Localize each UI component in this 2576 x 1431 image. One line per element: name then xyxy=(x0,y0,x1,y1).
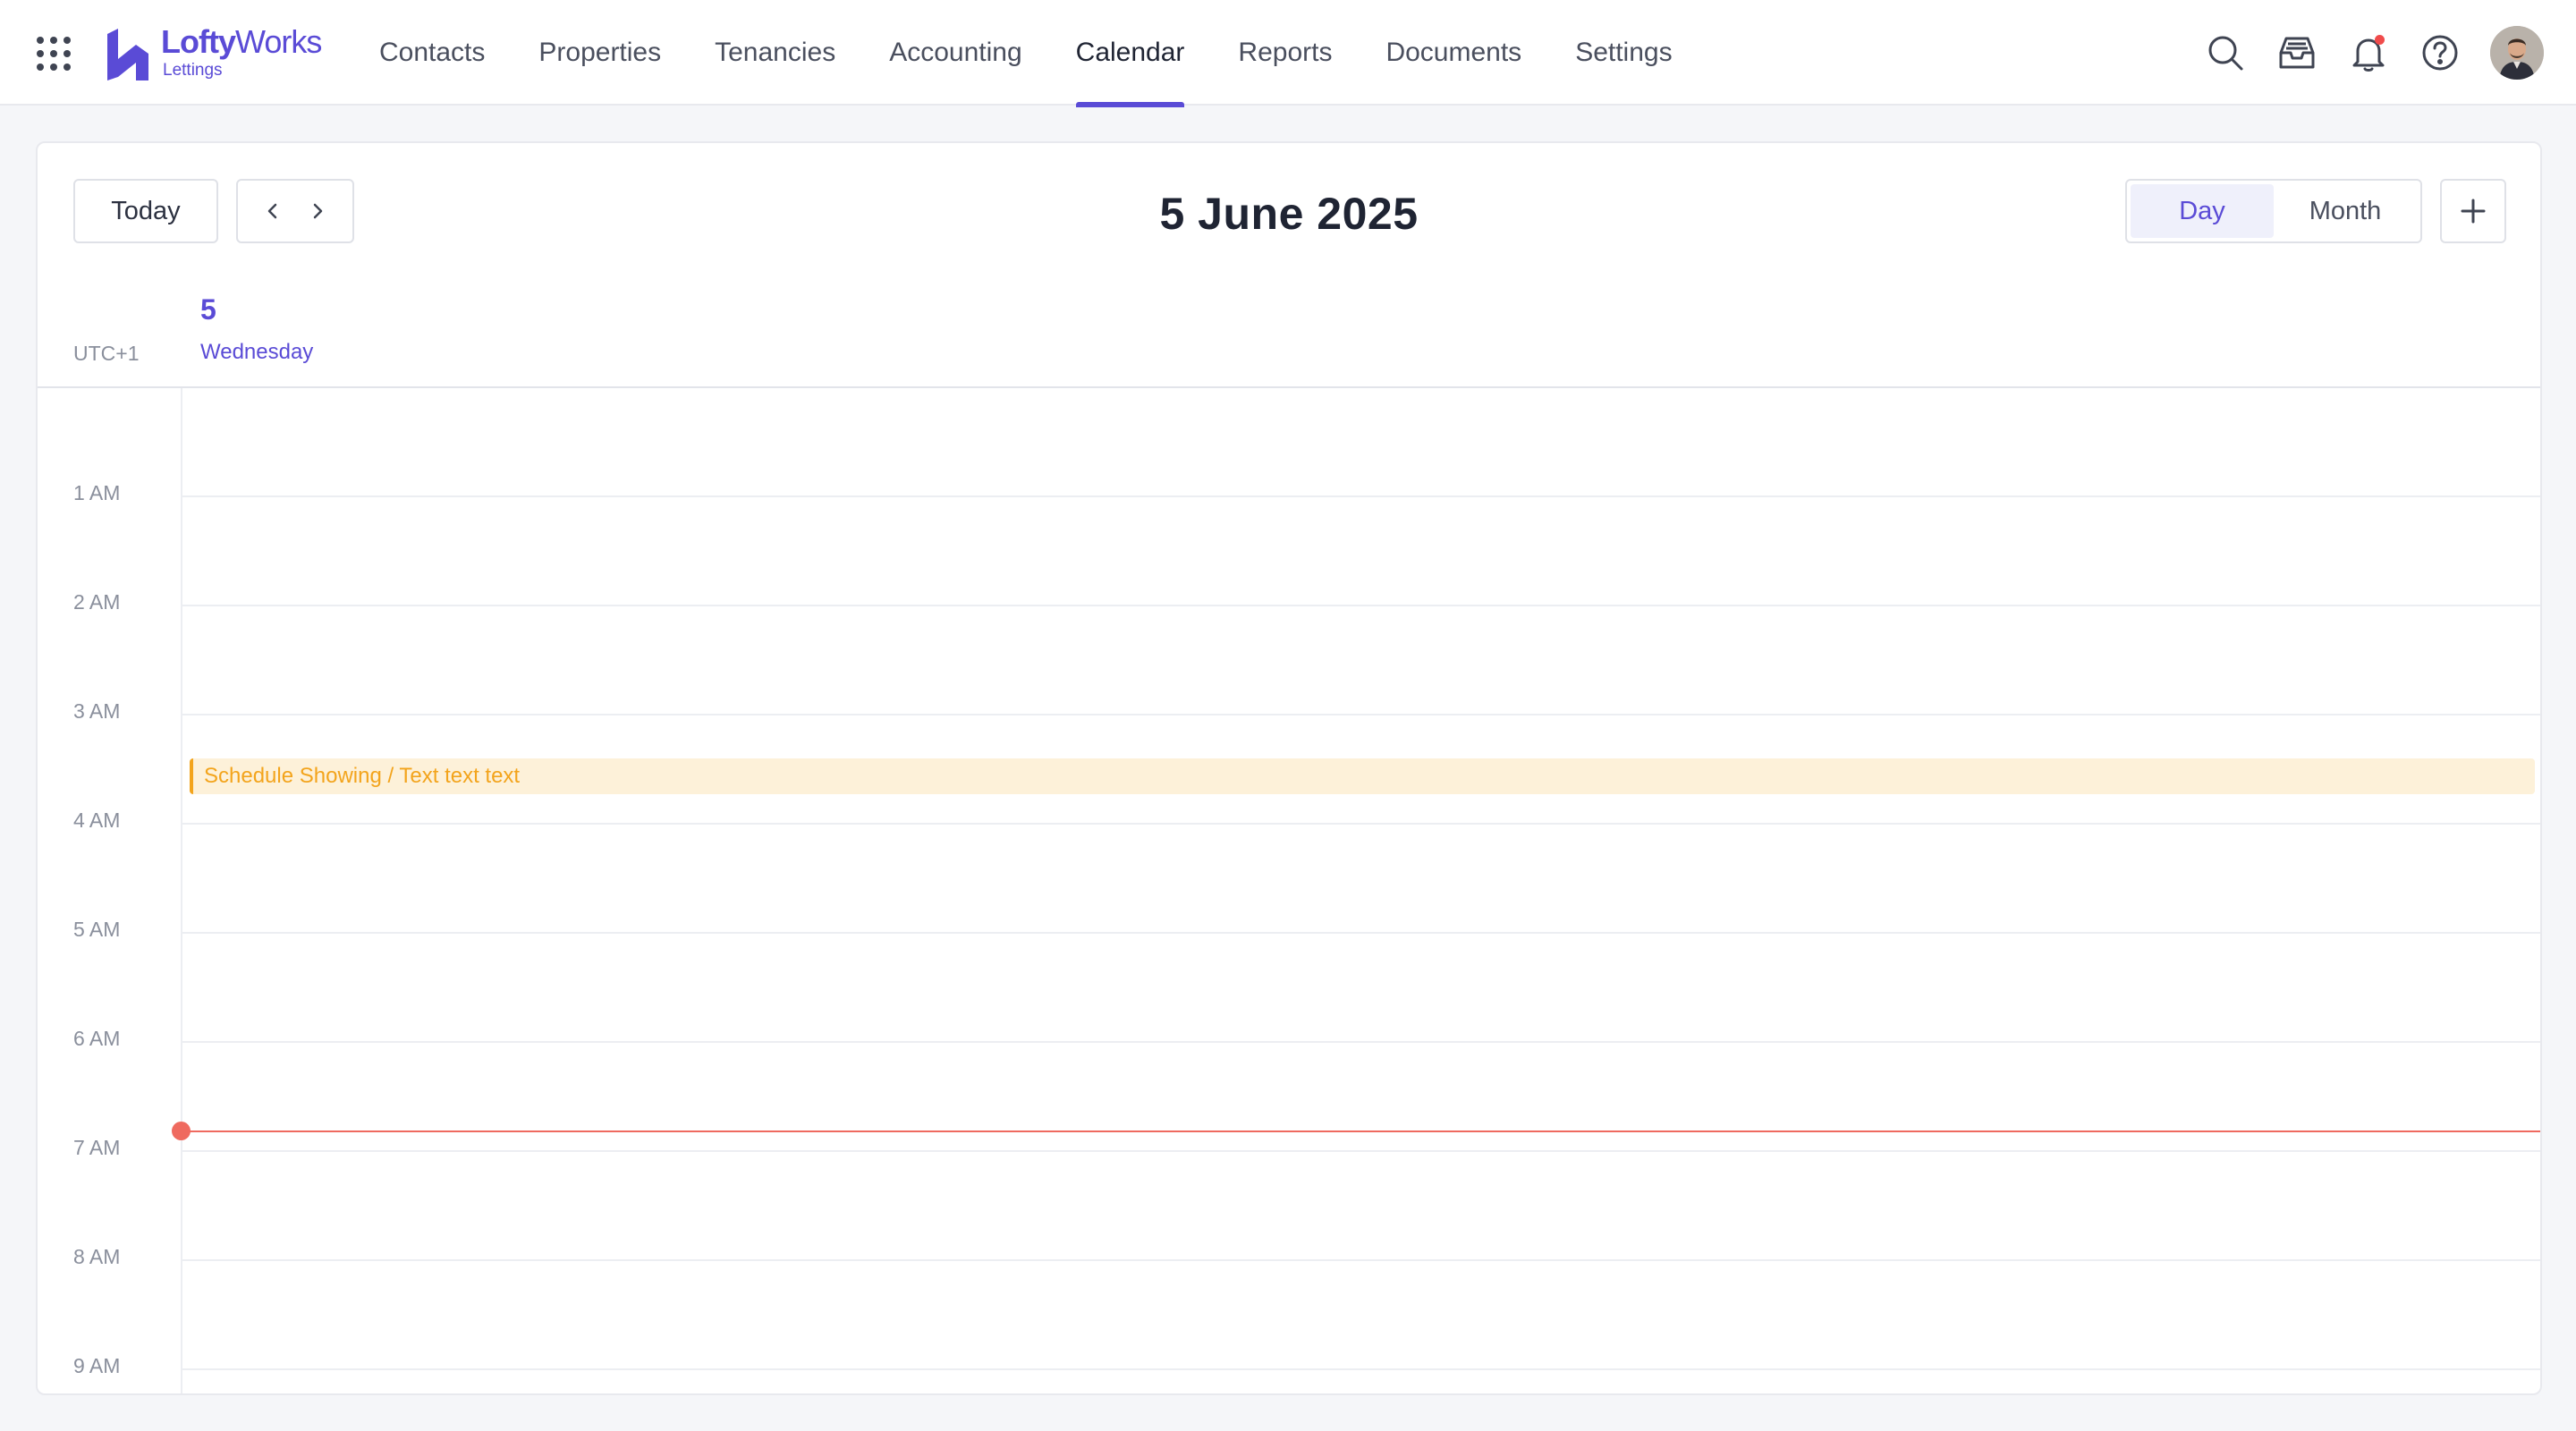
help-icon[interactable] xyxy=(2413,26,2467,80)
hour-line xyxy=(181,1150,2540,1152)
hour-line xyxy=(181,932,2540,934)
current-time-dot xyxy=(172,1122,191,1140)
day-time-grid[interactable]: 1 AM 2 AM 3 AM 4 AM 5 AM 6 AM 7 AM 8 AM … xyxy=(38,388,2540,1393)
inbox-icon[interactable] xyxy=(2270,26,2324,80)
add-event-button[interactable] xyxy=(2440,179,2506,243)
hour-label: 5 AM xyxy=(73,918,121,941)
hour-label: 7 AM xyxy=(73,1136,121,1159)
nav-documents[interactable]: Documents xyxy=(1359,0,1548,106)
logo-text: LoftyWorks Lettings xyxy=(161,23,322,80)
view-day-button[interactable]: Day xyxy=(2131,184,2274,238)
notification-bell-icon[interactable] xyxy=(2342,26,2395,80)
notification-badge xyxy=(2375,35,2385,45)
loftyworks-logo[interactable]: LoftyWorks Lettings xyxy=(106,23,322,82)
calendar-event[interactable]: Schedule Showing / Text text text xyxy=(190,758,2535,794)
top-navigation-bar: LoftyWorks Lettings Contacts Properties … xyxy=(0,0,2576,107)
nav-accounting[interactable]: Accounting xyxy=(862,0,1048,106)
hour-label: 9 AM xyxy=(73,1354,121,1377)
day-weekday: Wednesday xyxy=(200,340,314,364)
hour-label: 3 AM xyxy=(73,699,121,723)
hour-line xyxy=(181,1041,2540,1043)
nav-reports[interactable]: Reports xyxy=(1211,0,1359,106)
calendar-card: Today 5 June 2025 Day Month UTC+1 5 Wedn… xyxy=(36,141,2542,1395)
plus-icon xyxy=(2461,199,2486,224)
search-icon[interactable] xyxy=(2199,26,2252,80)
hour-line xyxy=(181,495,2540,497)
hour-line xyxy=(181,605,2540,606)
main-nav: Contacts Properties Tenancies Accounting… xyxy=(352,0,1699,107)
hour-line xyxy=(181,823,2540,825)
hour-label: 2 AM xyxy=(73,590,121,614)
current-time-indicator xyxy=(181,1130,2540,1132)
app-grid-icon[interactable] xyxy=(36,36,72,72)
hour-line xyxy=(181,1368,2540,1370)
hour-label: 4 AM xyxy=(73,809,121,832)
hour-line xyxy=(181,1259,2540,1261)
timezone-label: UTC+1 xyxy=(73,342,140,365)
top-right-actions xyxy=(2181,25,2544,80)
nav-calendar[interactable]: Calendar xyxy=(1049,0,1212,107)
logo-brand-name: LoftyWorks xyxy=(161,23,322,60)
calendar-toolbar: Today 5 June 2025 Day Month xyxy=(38,143,2540,286)
hour-label: 8 AM xyxy=(73,1245,121,1268)
day-number[interactable]: 5 xyxy=(200,293,216,326)
nav-properties[interactable]: Properties xyxy=(512,0,688,106)
nav-contacts[interactable]: Contacts xyxy=(352,0,512,106)
hour-label: 1 AM xyxy=(73,481,121,504)
user-avatar[interactable] xyxy=(2490,26,2544,80)
hour-label: 6 AM xyxy=(73,1027,121,1050)
time-gutter-divider xyxy=(181,388,182,1393)
hour-line xyxy=(181,714,2540,716)
view-month-button[interactable]: Month xyxy=(2274,184,2417,238)
loftyworks-logo-mark-icon xyxy=(107,29,148,80)
nav-settings[interactable]: Settings xyxy=(1548,0,1699,106)
view-switcher: Day Month xyxy=(2125,179,2422,243)
logo-subtitle: Lettings xyxy=(163,61,223,80)
nav-tenancies[interactable]: Tenancies xyxy=(688,0,862,106)
